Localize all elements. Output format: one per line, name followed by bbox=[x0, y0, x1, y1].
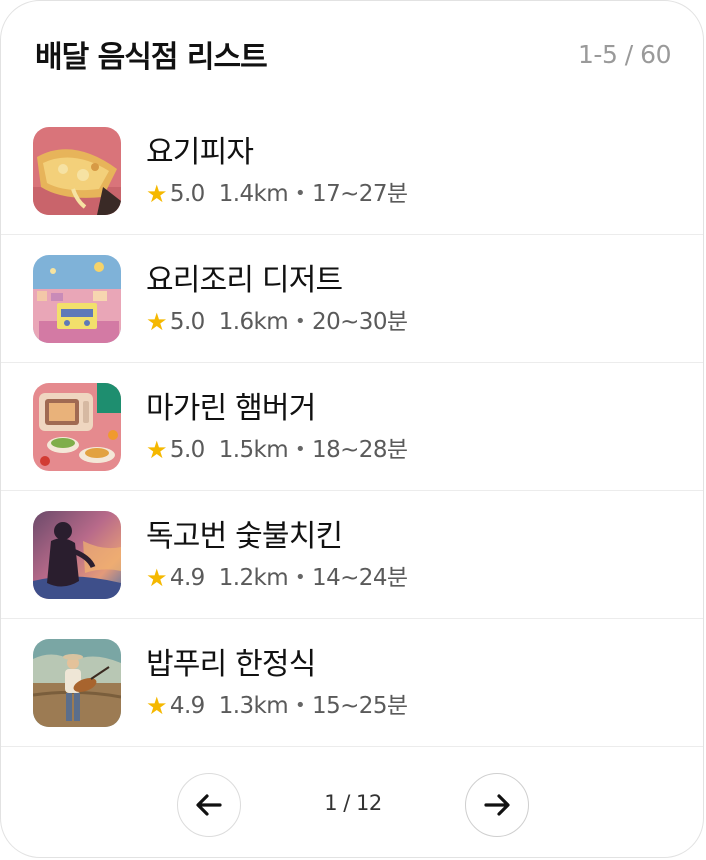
item-info: 밥푸리 한정식 ★ 4.9 1.3km • 15~25분 bbox=[146, 645, 408, 721]
star-icon: ★ bbox=[146, 179, 168, 208]
dessert-thumbnail bbox=[33, 254, 121, 343]
restaurant-meta: ★ 4.9 1.3km • 15~25분 bbox=[146, 691, 408, 721]
page-title: 배달 음식점 리스트 bbox=[35, 40, 268, 75]
result-range: 1-5 / 60 bbox=[578, 39, 671, 69]
list-item[interactable]: 요기피자 ★ 5.0 1.4km • 17~27분 bbox=[1, 107, 703, 235]
rating: 5.0 bbox=[169, 308, 205, 335]
delivery-time: 18~28분 bbox=[312, 436, 408, 463]
restaurant-meta: ★ 5.0 1.5km • 18~28분 bbox=[146, 435, 408, 465]
restaurant-name: 요기피자 bbox=[146, 134, 254, 170]
restaurant-name: 독고번 숯불치킨 bbox=[146, 518, 343, 554]
separator-dot: • bbox=[295, 438, 306, 460]
restaurant-name: 마가린 햄버거 bbox=[146, 390, 316, 426]
pagination: 1 / 12 bbox=[1, 773, 703, 839]
distance: 1.2km bbox=[218, 564, 289, 591]
star-icon: ★ bbox=[146, 691, 168, 720]
next-page-button[interactable] bbox=[465, 773, 529, 837]
distance: 1.4km bbox=[218, 180, 289, 207]
page-indicator: 1 / 12 bbox=[324, 791, 382, 815]
hansik-thumbnail bbox=[33, 638, 121, 727]
delivery-time: 20~30분 bbox=[312, 308, 408, 335]
item-info: 마가린 햄버거 ★ 5.0 1.5km • 18~28분 bbox=[146, 389, 408, 465]
separator-dot: • bbox=[295, 182, 306, 204]
rating: 4.9 bbox=[169, 692, 205, 719]
restaurant-name: 요리조리 디저트 bbox=[146, 262, 343, 298]
delivery-time: 14~24분 bbox=[312, 564, 408, 591]
restaurant-list: 요기피자 ★ 5.0 1.4km • 17~27분 요리조리 디저트 ★ 5.0… bbox=[1, 107, 703, 747]
arrow-left-icon bbox=[196, 794, 222, 816]
separator-dot: • bbox=[295, 310, 306, 332]
restaurant-list-card: 배달 음식점 리스트 1-5 / 60 요기피자 ★ 5.0 1.4km • 1… bbox=[0, 0, 704, 858]
distance: 1.5km bbox=[218, 436, 289, 463]
rating: 5.0 bbox=[169, 436, 205, 463]
chicken-thumbnail bbox=[33, 510, 121, 599]
distance: 1.3km bbox=[218, 692, 289, 719]
pizza-thumbnail bbox=[33, 126, 121, 215]
distance: 1.6km bbox=[218, 308, 289, 335]
delivery-time: 15~25분 bbox=[312, 692, 408, 719]
list-item[interactable]: 독고번 숯불치킨 ★ 4.9 1.2km • 14~24분 bbox=[1, 491, 703, 619]
burger-thumbnail bbox=[33, 382, 121, 471]
star-icon: ★ bbox=[146, 435, 168, 464]
item-info: 요기피자 ★ 5.0 1.4km • 17~27분 bbox=[146, 133, 408, 209]
list-item[interactable]: 요리조리 디저트 ★ 5.0 1.6km • 20~30분 bbox=[1, 235, 703, 363]
star-icon: ★ bbox=[146, 563, 168, 592]
delivery-time: 17~27분 bbox=[312, 180, 408, 207]
list-item[interactable]: 마가린 햄버거 ★ 5.0 1.5km • 18~28분 bbox=[1, 363, 703, 491]
list-item[interactable]: 밥푸리 한정식 ★ 4.9 1.3km • 15~25분 bbox=[1, 619, 703, 747]
separator-dot: • bbox=[295, 566, 306, 588]
star-icon: ★ bbox=[146, 307, 168, 336]
restaurant-meta: ★ 5.0 1.6km • 20~30분 bbox=[146, 307, 408, 337]
rating: 5.0 bbox=[169, 180, 205, 207]
item-info: 독고번 숯불치킨 ★ 4.9 1.2km • 14~24분 bbox=[146, 517, 408, 593]
restaurant-name: 밥푸리 한정식 bbox=[146, 646, 316, 682]
header: 배달 음식점 리스트 1-5 / 60 bbox=[35, 29, 671, 79]
separator-dot: • bbox=[295, 694, 306, 716]
rating: 4.9 bbox=[169, 564, 205, 591]
previous-page-button[interactable] bbox=[177, 773, 241, 837]
restaurant-meta: ★ 5.0 1.4km • 17~27분 bbox=[146, 179, 408, 209]
item-info: 요리조리 디저트 ★ 5.0 1.6km • 20~30분 bbox=[146, 261, 408, 337]
restaurant-meta: ★ 4.9 1.2km • 14~24분 bbox=[146, 563, 408, 593]
arrow-right-icon bbox=[484, 794, 510, 816]
